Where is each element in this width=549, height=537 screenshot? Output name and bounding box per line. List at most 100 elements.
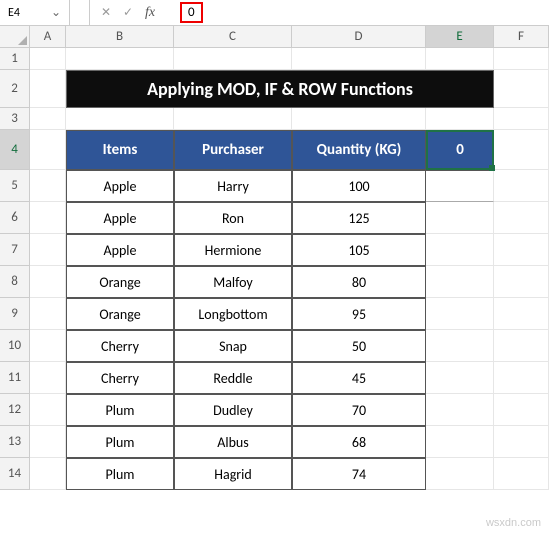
- cell-E10[interactable]: [426, 330, 494, 362]
- row-header-8[interactable]: 8: [0, 266, 30, 298]
- cell-B1[interactable]: [66, 48, 174, 70]
- cell-B14[interactable]: Plum: [66, 458, 174, 490]
- col-header-A[interactable]: A: [30, 26, 66, 48]
- cell-B3[interactable]: [66, 108, 174, 130]
- cell-D3[interactable]: [292, 108, 426, 130]
- row-header-14[interactable]: 14: [0, 458, 30, 490]
- cell-E12[interactable]: [426, 394, 494, 426]
- cell-F12[interactable]: [494, 394, 549, 426]
- cell-C13[interactable]: Albus: [174, 426, 292, 458]
- header-items[interactable]: Items: [66, 130, 174, 170]
- col-header-C[interactable]: C: [174, 26, 292, 48]
- row-header-12[interactable]: 12: [0, 394, 30, 426]
- cell-E7[interactable]: [426, 234, 494, 266]
- cancel-icon[interactable]: ✕: [96, 5, 116, 20]
- cell-A14[interactable]: [30, 458, 66, 490]
- formula-bar-value[interactable]: 0: [180, 2, 203, 23]
- cell-F6[interactable]: [494, 202, 549, 234]
- header-quantity[interactable]: Quantity (KG): [292, 130, 426, 170]
- cell-D8[interactable]: 80: [292, 266, 426, 298]
- row-header-4[interactable]: 4: [0, 130, 30, 170]
- cell-F3[interactable]: [494, 108, 549, 130]
- cell-B9[interactable]: Orange: [66, 298, 174, 330]
- cell-F5[interactable]: [494, 170, 549, 202]
- row-header-10[interactable]: 10: [0, 330, 30, 362]
- cell-C8[interactable]: Malfoy: [174, 266, 292, 298]
- row-header-11[interactable]: 11: [0, 362, 30, 394]
- cell-A13[interactable]: [30, 426, 66, 458]
- cell-E3[interactable]: [426, 108, 494, 130]
- cell-F14[interactable]: [494, 458, 549, 490]
- cell-C1[interactable]: [174, 48, 292, 70]
- cell-F8[interactable]: [494, 266, 549, 298]
- col-header-E[interactable]: E: [426, 26, 494, 48]
- cell-A9[interactable]: [30, 298, 66, 330]
- col-header-D[interactable]: D: [292, 26, 426, 48]
- cell-E1[interactable]: [426, 48, 494, 70]
- cell-C5[interactable]: Harry: [174, 170, 292, 202]
- cell-C9[interactable]: Longbottom: [174, 298, 292, 330]
- cell-D12[interactable]: 70: [292, 394, 426, 426]
- cell-F13[interactable]: [494, 426, 549, 458]
- cell-A12[interactable]: [30, 394, 66, 426]
- cell-C10[interactable]: Snap: [174, 330, 292, 362]
- cell-F4[interactable]: [494, 130, 549, 170]
- row-header-2[interactable]: 2: [0, 70, 30, 108]
- cell-D11[interactable]: 45: [292, 362, 426, 394]
- cell-E14[interactable]: [426, 458, 494, 490]
- cell-A5[interactable]: [30, 170, 66, 202]
- cell-C14[interactable]: Hagrid: [174, 458, 292, 490]
- cell-F11[interactable]: [494, 362, 549, 394]
- cell-B10[interactable]: Cherry: [66, 330, 174, 362]
- cell-E8[interactable]: [426, 266, 494, 298]
- cell-D1[interactable]: [292, 48, 426, 70]
- cell-A2[interactable]: [30, 70, 66, 108]
- cell-A10[interactable]: [30, 330, 66, 362]
- row-header-5[interactable]: 5: [0, 170, 30, 202]
- cell-E13[interactable]: [426, 426, 494, 458]
- cell-A6[interactable]: [30, 202, 66, 234]
- cell-C6[interactable]: Ron: [174, 202, 292, 234]
- cell-E5[interactable]: [426, 170, 494, 202]
- cell-A8[interactable]: [30, 266, 66, 298]
- cell-F7[interactable]: [494, 234, 549, 266]
- row-header-3[interactable]: 3: [0, 108, 30, 130]
- row-header-6[interactable]: 6: [0, 202, 30, 234]
- col-header-F[interactable]: F: [494, 26, 549, 48]
- cell-B7[interactable]: Apple: [66, 234, 174, 266]
- cell-C11[interactable]: Reddle: [174, 362, 292, 394]
- cell-A7[interactable]: [30, 234, 66, 266]
- cell-A1[interactable]: [30, 48, 66, 70]
- cell-B8[interactable]: Orange: [66, 266, 174, 298]
- row-header-1[interactable]: 1: [0, 48, 30, 70]
- cell-F9[interactable]: [494, 298, 549, 330]
- row-header-7[interactable]: 7: [0, 234, 30, 266]
- chevron-down-icon[interactable]: ⌄: [20, 5, 61, 20]
- row-header-13[interactable]: 13: [0, 426, 30, 458]
- cell-D13[interactable]: 68: [292, 426, 426, 458]
- header-purchaser[interactable]: Purchaser: [174, 130, 292, 170]
- col-header-B[interactable]: B: [66, 26, 174, 48]
- cell-B5[interactable]: Apple: [66, 170, 174, 202]
- cell-D14[interactable]: 74: [292, 458, 426, 490]
- cell-F1[interactable]: [494, 48, 549, 70]
- cell-D5[interactable]: 100: [292, 170, 426, 202]
- row-header-9[interactable]: 9: [0, 298, 30, 330]
- cell-D10[interactable]: 50: [292, 330, 426, 362]
- header-aux[interactable]: 0: [426, 130, 494, 170]
- name-box[interactable]: E4 ⌄: [0, 0, 70, 25]
- title-cell[interactable]: Applying MOD, IF & ROW Functions: [66, 70, 494, 108]
- cell-F10[interactable]: [494, 330, 549, 362]
- cell-C12[interactable]: Dudley: [174, 394, 292, 426]
- cell-A11[interactable]: [30, 362, 66, 394]
- cell-E11[interactable]: [426, 362, 494, 394]
- fx-icon[interactable]: fx: [140, 5, 160, 21]
- cell-B6[interactable]: Apple: [66, 202, 174, 234]
- cell-D7[interactable]: 105: [292, 234, 426, 266]
- cell-A3[interactable]: [30, 108, 66, 130]
- cell-B11[interactable]: Cherry: [66, 362, 174, 394]
- cell-A4[interactable]: [30, 130, 66, 170]
- cell-E9[interactable]: [426, 298, 494, 330]
- cell-D6[interactable]: 125: [292, 202, 426, 234]
- cell-C3[interactable]: [174, 108, 292, 130]
